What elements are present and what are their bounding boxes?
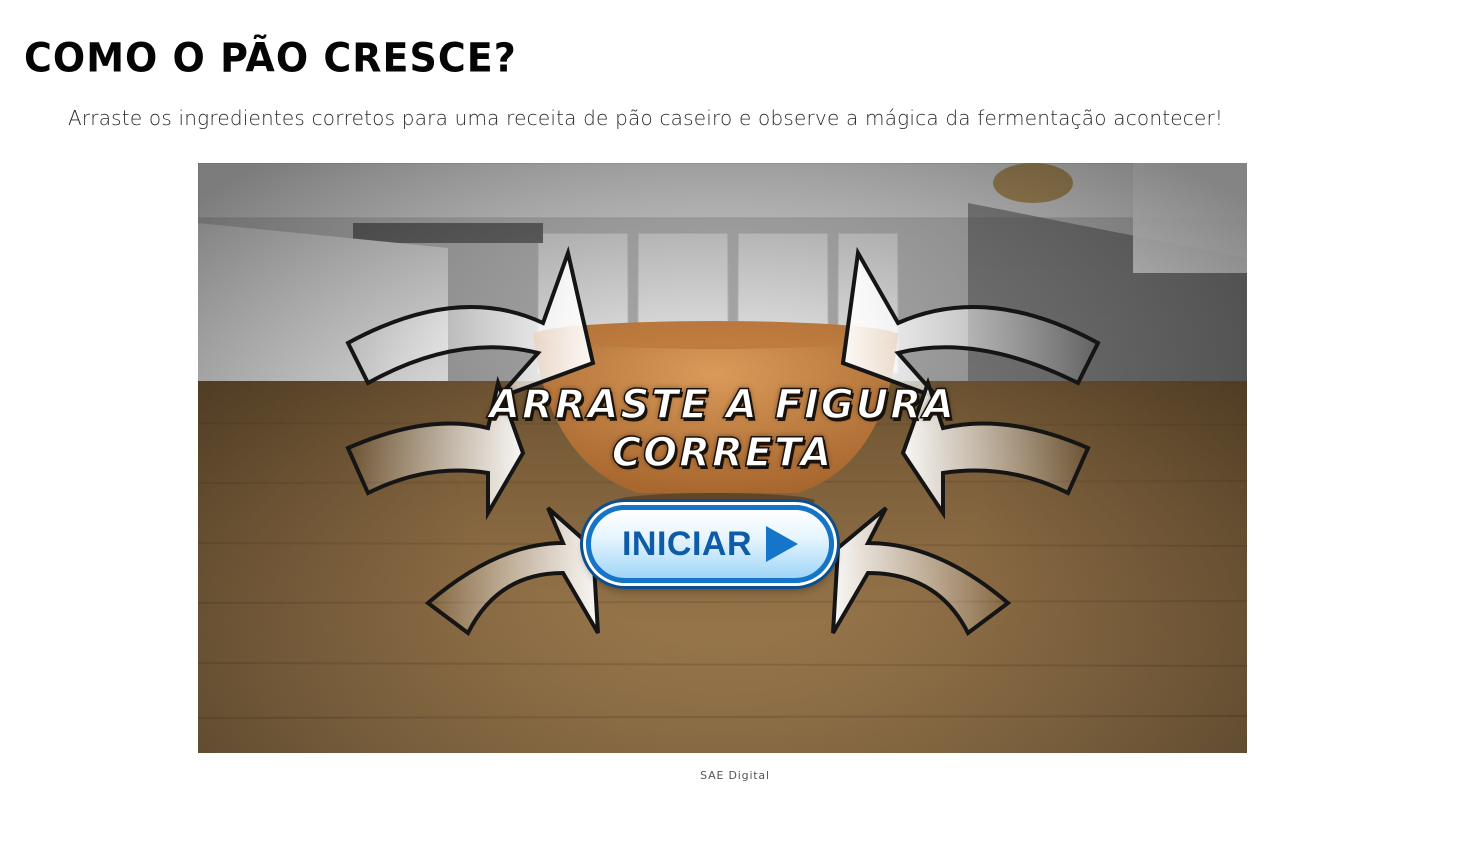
- start-button-label: INICIAR: [621, 524, 753, 563]
- page-title: COMO O PÃO CRESCE?: [24, 34, 517, 82]
- game-scene: [198, 163, 1247, 753]
- game-frame[interactable]: ARRASTE A FIGURA CORRETA INICIAR: [198, 163, 1247, 753]
- play-icon: [766, 526, 799, 562]
- page-subtitle: Arraste os ingredientes corretos para um…: [68, 106, 1224, 130]
- image-caption: SAE Digital: [700, 769, 770, 782]
- start-button[interactable]: INICIAR: [586, 505, 834, 583]
